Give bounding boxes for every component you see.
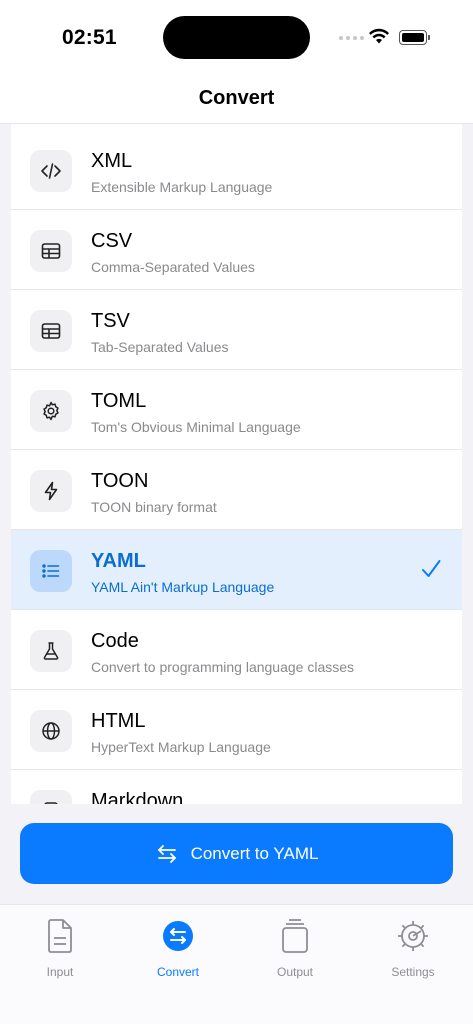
document-icon — [1, 915, 119, 957]
dynamic-island — [163, 16, 310, 59]
format-description: YAML Ain't Markup Language — [91, 579, 275, 595]
status-time: 02:51 — [62, 26, 117, 49]
bolt-icon — [30, 470, 72, 512]
format-description: Extensible Markup Language — [91, 179, 273, 195]
list-icon — [30, 550, 72, 592]
checkmark-icon — [422, 560, 441, 577]
format-name: Markdown — [91, 790, 184, 804]
format-description: Convert to programming language classes — [91, 659, 355, 675]
tab-settings[interactable]: Settings — [354, 915, 472, 979]
format-name: Code — [91, 630, 139, 652]
format-name: HTML — [91, 710, 146, 732]
battery-icon — [399, 30, 430, 45]
top-bar: 02:51 Convert — [0, 0, 473, 124]
format-description: TOON binary format — [91, 499, 217, 515]
format-description: Tom's Obvious Minimal Language — [91, 419, 301, 435]
tab-label: Settings — [391, 965, 435, 979]
format-row-yaml[interactable]: YAML YAML Ain't Markup Language — [11, 530, 462, 610]
format-row-markdown[interactable]: Markdown — [11, 770, 462, 804]
convert-button[interactable]: Convert to YAML — [20, 823, 453, 884]
tab-output[interactable]: Output — [236, 915, 354, 979]
gear-icon — [354, 915, 472, 957]
tab-label: Convert — [156, 965, 200, 979]
globe-icon — [30, 710, 72, 752]
table-icon — [30, 310, 72, 352]
format-name: XML — [91, 150, 133, 172]
cellular-signal-icon — [339, 36, 364, 40]
table-icon — [30, 230, 72, 272]
tab-label: Input — [46, 965, 74, 979]
format-row-html[interactable]: HTML HyperText Markup Language — [11, 690, 462, 770]
format-name: YAML — [91, 550, 146, 572]
format-name: CSV — [91, 230, 133, 252]
format-row-tsv[interactable]: TSV Tab-Separated Values — [11, 290, 462, 370]
gear-icon — [30, 390, 72, 432]
tab-label: Output — [276, 965, 314, 979]
tab-convert[interactable]: Convert — [119, 915, 237, 979]
wifi-icon — [369, 28, 389, 44]
format-description: HyperText Markup Language — [91, 739, 271, 755]
format-name: TSV — [91, 310, 130, 332]
tab-bar: Input Convert Output Settings — [0, 904, 473, 1024]
format-list[interactable]: XML Extensible Markup Language CSV Comma… — [11, 124, 462, 804]
page-title: Convert — [198, 87, 275, 109]
tab-input[interactable]: Input — [1, 915, 119, 979]
code-icon — [30, 150, 72, 192]
format-description: Tab-Separated Values — [91, 339, 229, 355]
format-row-xml[interactable]: XML Extensible Markup Language — [11, 130, 462, 210]
swap-arrows-icon — [157, 844, 176, 863]
convert-button-label: Convert to YAML — [190, 843, 319, 863]
format-row-csv[interactable]: CSV Comma-Separated Values — [11, 210, 462, 290]
flask-icon — [30, 630, 72, 672]
swap-circle-icon — [119, 915, 237, 957]
format-description: Comma-Separated Values — [91, 259, 255, 275]
format-name: TOML — [91, 390, 147, 412]
copy-icon — [236, 915, 354, 957]
format-row-code[interactable]: Code Convert to programming language cla… — [11, 610, 462, 690]
format-row-toon[interactable]: TOON TOON binary format — [11, 450, 462, 530]
format-name: TOON — [91, 470, 149, 492]
format-row-toml[interactable]: TOML Tom's Obvious Minimal Language — [11, 370, 462, 450]
document-icon — [30, 790, 72, 804]
